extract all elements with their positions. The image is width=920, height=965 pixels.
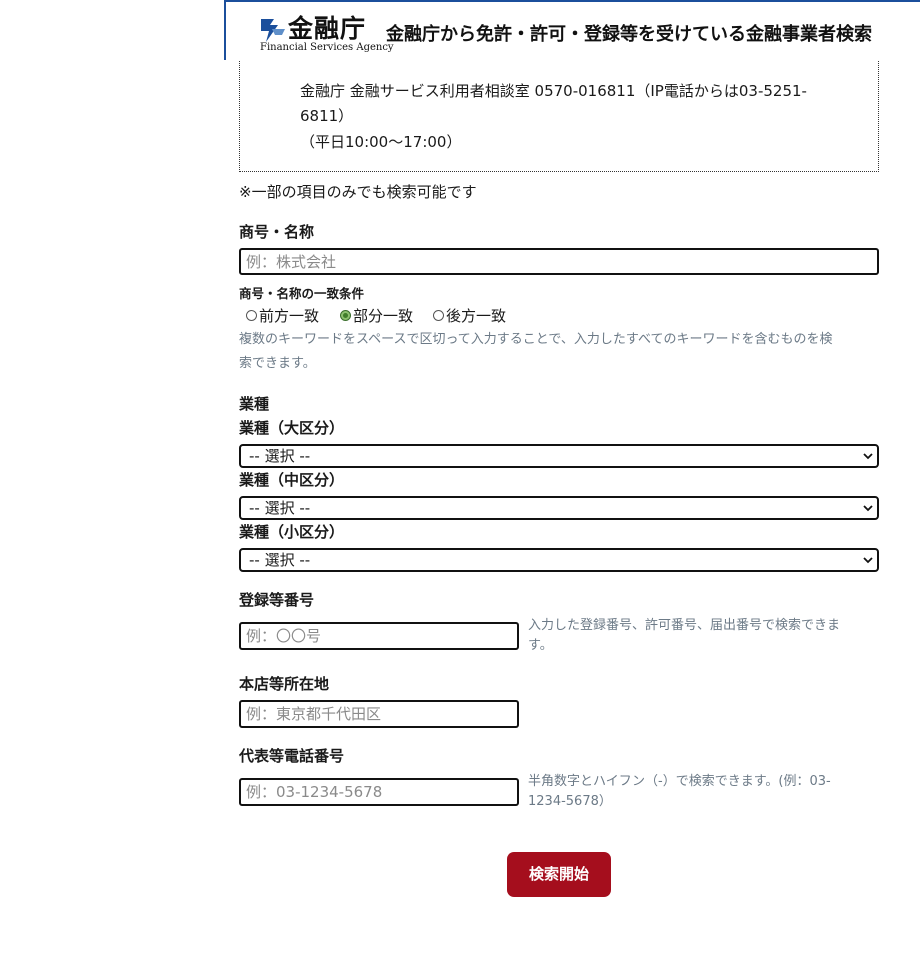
industry-minor-value: -- 選択 --	[249, 551, 311, 569]
fsa-logo-icon	[261, 19, 285, 42]
industry-major-label: 業種（大区分）	[239, 419, 345, 437]
radio-partial-match-label[interactable]: 部分一致	[353, 305, 413, 327]
page-title: 金融庁から免許・許可・登録等を受けている金融事業者検索	[386, 24, 872, 45]
radio-suffix-match-circle[interactable]	[433, 310, 444, 321]
industry-major-select[interactable]: -- 選択 --	[239, 444, 879, 468]
chevron-down-icon	[863, 505, 873, 512]
search-note: ※一部の項目のみでも検索可能です	[239, 183, 477, 201]
logo-text-en: Financial Services Agency	[260, 42, 394, 53]
keyword-help-line2: 索できます。	[239, 356, 316, 371]
industry-minor-label: 業種（小区分）	[239, 523, 345, 541]
phone-number-input[interactable]	[239, 778, 519, 806]
radio-prefix-match-circle[interactable]	[246, 310, 257, 321]
phone-help-line1: 半角数字とハイフン（-）で検索できます。(例：03-	[528, 774, 831, 789]
industry-major-value: -- 選択 --	[249, 447, 311, 465]
radio-prefix-match-label[interactable]: 前方一致	[259, 305, 319, 327]
head-office-address-label: 本店等所在地	[239, 675, 330, 693]
notice-hours: （平日10:00〜17:00）	[300, 133, 462, 151]
company-name-input[interactable]	[239, 248, 879, 275]
chevron-down-icon	[863, 557, 873, 564]
search-start-button[interactable]: 検索開始	[507, 852, 611, 897]
registration-number-label: 登録等番号	[239, 591, 315, 609]
notice-contact-line: 金融庁 金融サービス利用者相談室 0570-016811（IP電話からは03-5…	[300, 82, 807, 100]
registration-help-text: 入力した登録番号、許可番号、届出番号で検索できま す。	[528, 616, 878, 656]
industry-middle-label: 業種（中区分）	[239, 471, 345, 489]
chevron-down-icon	[863, 453, 873, 460]
phone-help-text: 半角数字とハイフン（-）で検索できます。(例：03- 1234-5678）	[528, 772, 878, 812]
registration-help-line2: す。	[528, 638, 553, 653]
registration-number-input[interactable]	[239, 622, 519, 650]
keyword-help-text: 複数のキーワードをスペースで区切って入力することで、入力したすべてのキーワードを…	[239, 330, 899, 374]
phone-help-line2: 1234-5678）	[528, 794, 612, 809]
radio-partial-match-circle[interactable]	[340, 310, 351, 321]
site-header: 金融庁 Financial Services Agency 金融庁から免許・許可…	[224, 0, 920, 60]
logo-text-jp: 金融庁	[288, 14, 367, 43]
fsa-logo[interactable]: 金融庁 Financial Services Agency	[258, 14, 394, 56]
contact-notice-box: 金融庁 金融サービス利用者相談室 0570-016811（IP電話からは03-5…	[239, 50, 879, 172]
match-condition-label: 商号・名称の一致条件	[239, 286, 365, 301]
registration-help-line1: 入力した登録番号、許可番号、届出番号で検索できま	[528, 618, 841, 633]
industry-middle-value: -- 選択 --	[249, 499, 311, 517]
industry-label: 業種	[239, 395, 270, 413]
phone-number-label: 代表等電話番号	[239, 747, 345, 765]
radio-suffix-match-label[interactable]: 後方一致	[446, 305, 506, 327]
notice-contact-line-cont: 6811）	[300, 107, 354, 125]
keyword-help-line1: 複数のキーワードをスペースで区切って入力することで、入力したすべてのキーワードを…	[239, 332, 833, 347]
head-office-address-input[interactable]	[239, 700, 519, 728]
company-name-label: 商号・名称	[239, 223, 315, 241]
industry-middle-select[interactable]: -- 選択 --	[239, 496, 879, 520]
industry-minor-select[interactable]: -- 選択 --	[239, 548, 879, 572]
